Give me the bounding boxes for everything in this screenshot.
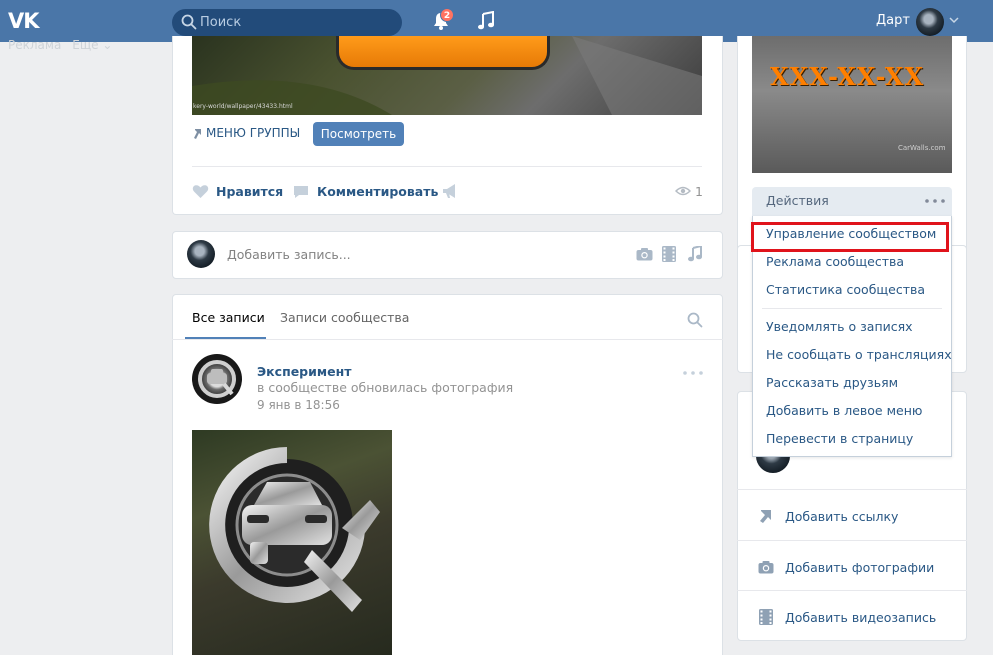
divider: [737, 540, 967, 541]
user-name[interactable]: Дарт: [876, 13, 910, 28]
audio-icon[interactable]: [688, 246, 702, 262]
divider: [737, 489, 967, 490]
tab-community-posts[interactable]: Записи сообщества: [280, 310, 409, 325]
tab-all-posts[interactable]: Все записи: [192, 310, 265, 325]
cover-watermark: CarWalls.com: [898, 144, 946, 152]
comment-button[interactable]: Комментировать: [317, 184, 438, 199]
link-icon: [760, 510, 771, 523]
post-subtitle: в сообществе обновилась фотография: [257, 380, 514, 395]
video-icon[interactable]: [662, 246, 676, 262]
search-icon[interactable]: [687, 312, 703, 328]
search-input[interactable]: [200, 9, 395, 36]
menu-item-community-stats[interactable]: Статистика сообщества: [766, 282, 925, 297]
add-photos-button[interactable]: Добавить фотографии: [785, 560, 934, 575]
composer-avatar[interactable]: [187, 240, 215, 268]
camera-icon: [758, 561, 774, 574]
post-photo[interactable]: [192, 430, 392, 655]
ads-link[interactable]: Реклама: [8, 38, 61, 52]
image-caption: kery-world/wallpaper/43433.html: [193, 103, 293, 110]
pointer-icon: [194, 129, 201, 139]
comment-icon[interactable]: [293, 185, 309, 199]
menu-divider: [762, 308, 942, 309]
divider: [172, 339, 723, 340]
post-author-avatar[interactable]: [192, 354, 242, 404]
actions-label: Действия: [766, 193, 829, 208]
vk-logo[interactable]: VK: [8, 9, 42, 33]
car-service-emblem: [209, 447, 380, 612]
megaphone-icon[interactable]: [442, 183, 458, 199]
chevron-down-icon[interactable]: [949, 17, 959, 24]
more-options-icon[interactable]: [683, 371, 703, 375]
add-video-button[interactable]: Добавить видеозапись: [785, 610, 936, 625]
menu-item-tell-friends[interactable]: Рассказать друзьям: [766, 375, 898, 390]
divider: [192, 166, 702, 167]
eye-icon: [675, 186, 691, 196]
like-button[interactable]: Нравится: [216, 184, 283, 199]
menu-item-mute-streams[interactable]: Не сообщать о трансляциях: [766, 347, 952, 362]
user-avatar[interactable]: [916, 8, 944, 36]
notification-badge: 2: [440, 8, 454, 22]
video-icon: [759, 609, 773, 625]
menu-item-community-ads[interactable]: Реклама сообщества: [766, 254, 904, 269]
group-menu-label[interactable]: МЕНЮ ГРУППЫ: [206, 126, 300, 140]
left-footer-links: Реклама Еще ⌄: [8, 38, 123, 52]
add-link-button[interactable]: Добавить ссылку: [785, 509, 898, 524]
menu-item-convert-to-page[interactable]: Перевести в страницу: [766, 431, 913, 446]
cover-phone-text: XXX-XX-XX: [770, 62, 925, 91]
camera-icon[interactable]: [636, 247, 653, 261]
car-service-logo: [198, 360, 236, 398]
view-button[interactable]: Посмотреть: [313, 122, 404, 146]
music-icon[interactable]: [477, 11, 495, 31]
divider: [737, 590, 967, 591]
menu-item-notify-posts[interactable]: Уведомлять о записях: [766, 319, 913, 334]
community-cover-image[interactable]: [752, 36, 952, 173]
search-icon: [181, 14, 197, 30]
actions-dropdown: [752, 216, 952, 457]
more-options-icon[interactable]: [925, 199, 945, 203]
heart-icon[interactable]: [192, 184, 209, 199]
post-author-name[interactable]: Эксперимент: [257, 364, 351, 379]
highlight-box: [751, 222, 949, 252]
add-post-input[interactable]: Добавить запись...: [227, 247, 351, 262]
post-date[interactable]: 9 янв в 18:56: [257, 398, 340, 412]
more-link[interactable]: Еще ⌄: [72, 38, 112, 52]
menu-item-add-left-menu[interactable]: Добавить в левое меню: [766, 403, 922, 418]
view-count: 1: [695, 184, 703, 199]
sign-graphic: [336, 36, 550, 70]
